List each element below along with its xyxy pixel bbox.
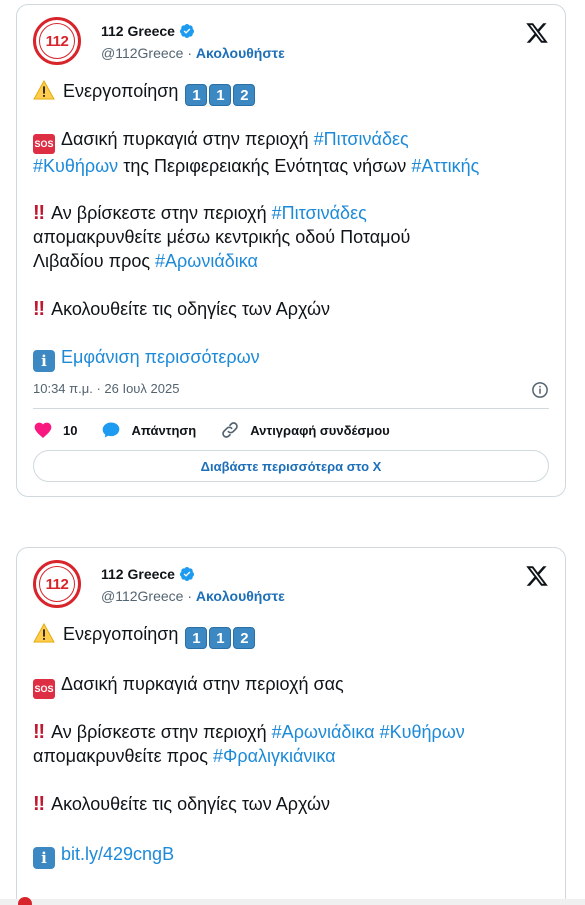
author-name-text[interactable]: 112 Greece xyxy=(101,566,175,582)
line-text: Αν βρίσκεστε στην περιοχή xyxy=(51,722,267,742)
handle-row: @112Greece · Ακολουθήστε xyxy=(101,588,285,604)
tweet-actions: 10 Απάντηση Αντιγραφή συνδέσμου xyxy=(33,418,549,442)
tweet-text: Ενεργοποίηση 112 xyxy=(33,622,553,649)
hashtag-link[interactable]: #Πιτσινάδες xyxy=(272,203,367,223)
keycap-2-icon: 2 xyxy=(233,84,256,106)
author-handle[interactable]: @112Greece xyxy=(101,588,183,604)
tweet-paragraph: i bit.ly/429cngB xyxy=(33,842,553,869)
tweet-paragraph: ‼ Ακολουθείτε τις οδηγίες των Αρχών xyxy=(33,297,553,321)
x-logo-icon[interactable] xyxy=(525,564,549,588)
hashtag-link[interactable]: #Αρωνιάδικα xyxy=(155,251,258,271)
tweet-text: Ενεργοποίηση 112 xyxy=(33,79,553,106)
hashtag-link[interactable]: #Αττικής xyxy=(411,156,479,176)
info-icon: i xyxy=(33,847,55,869)
tweet-embed-card: 112 112 Greece @112Greece · Ακολουθήστε … xyxy=(16,547,566,905)
line-text: Ενεργοποίηση xyxy=(63,81,179,101)
author-name-text[interactable]: 112 Greece xyxy=(101,23,175,39)
tweet-header: 112 112 Greece @112Greece · Ακολουθήστε xyxy=(33,560,549,610)
line-text: απομακρυνθείτε μέσω κεντρικής οδού Ποταμ… xyxy=(33,227,411,247)
line-text: Λιβαδίου προς xyxy=(33,251,150,271)
double-exclamation-icon: ‼ xyxy=(33,298,45,320)
avatar[interactable]: 112 xyxy=(33,17,81,65)
author-name[interactable]: 112 Greece xyxy=(101,23,195,39)
line-text: Αν βρίσκεστε στην περιοχή xyxy=(51,203,267,223)
hashtag-link[interactable]: #Κυθήρων xyxy=(33,156,118,176)
info-icon: i xyxy=(33,350,55,372)
line-text: Ακολουθείτε τις οδηγίες των Αρχών xyxy=(51,299,331,319)
tweet-paragraph: ‼ Αν βρίσκεστε στην περιοχή #Αρωνιάδικα #… xyxy=(33,720,553,768)
tweet-line: Ενεργοποίηση 112 xyxy=(33,79,553,106)
hashtag-link[interactable]: #Κυθήρων xyxy=(380,722,465,742)
sos-icon: SOS xyxy=(33,679,55,699)
copy-link-label: Αντιγραφή συνδέσμου xyxy=(250,422,390,438)
keycap-1-icon: 1 xyxy=(185,627,208,649)
read-more-button[interactable]: Διαβάστε περισσότερα στο X xyxy=(33,450,549,482)
warning-icon xyxy=(33,623,55,643)
tweet-paragraph: ‼ Ακολουθείτε τις οδηγίες των Αρχών xyxy=(33,792,553,816)
sos-icon: SOS xyxy=(33,134,55,154)
double-exclamation-icon: ‼ xyxy=(33,793,45,815)
reply-label: Απάντηση xyxy=(131,422,197,438)
double-exclamation-icon: ‼ xyxy=(33,721,45,743)
keycap-1-icon: 1 xyxy=(209,627,232,649)
hashtag-link[interactable]: #Φραλιγκιάνικα xyxy=(213,746,336,766)
follow-link[interactable]: Ακολουθήστε xyxy=(196,588,285,604)
line-text: Δασική πυρκαγιά στην περιοχή xyxy=(61,129,309,149)
divider xyxy=(33,408,549,409)
keycap-2-icon: 2 xyxy=(233,627,256,649)
line-text: Ενεργοποίηση xyxy=(63,624,179,644)
keycap-1-icon: 1 xyxy=(209,84,232,106)
tweet-meta: 10:34 π.μ. · 26 Ιουλ 2025 xyxy=(33,381,549,399)
x-logo-icon[interactable] xyxy=(525,21,549,45)
info-circle-icon[interactable] xyxy=(531,381,549,399)
warning-icon xyxy=(33,80,55,100)
verified-badge-icon xyxy=(179,567,194,581)
line-text: της Περιφερειακής Ενότητας νήσων xyxy=(123,156,407,176)
verified-badge-icon xyxy=(179,24,194,38)
keycap-1-icon: 1 xyxy=(185,84,208,106)
avatar[interactable]: 112 xyxy=(33,560,81,608)
tweet-paragraph: SOS Δασική πυρκαγιά στην περιοχή σας xyxy=(33,672,553,699)
tweet-paragraph: SOS Δασική πυρκαγιά στην περιοχή #Πιτσινά… xyxy=(33,127,553,178)
like-count: 10 xyxy=(63,422,78,438)
timestamp[interactable]: 10:34 π.μ. · 26 Ιουλ 2025 xyxy=(33,381,179,396)
hashtag-link[interactable]: #Πιτσινάδες xyxy=(314,129,409,149)
link-icon xyxy=(222,422,239,438)
bottom-strip xyxy=(0,897,585,905)
handle-row: @112Greece · Ακολουθήστε xyxy=(101,45,285,61)
reply-button[interactable]: Απάντηση xyxy=(101,420,196,440)
line-text: Δασική πυρκαγιά στην περιοχή σας xyxy=(61,674,344,694)
double-exclamation-icon: ‼ xyxy=(33,202,45,224)
avatar-edge-icon xyxy=(18,897,32,905)
avatar-text: 112 xyxy=(45,32,69,50)
tweet-embed-card: 112 112 Greece @112Greece · Ακολουθήστε … xyxy=(16,4,566,497)
tweet-paragraph: ‼ Αν βρίσκεστε στην περιοχή #Πιτσινάδες α… xyxy=(33,201,553,273)
author-handle[interactable]: @112Greece xyxy=(101,45,183,61)
author-name[interactable]: 112 Greece xyxy=(101,566,195,582)
heart-icon xyxy=(34,422,52,438)
follow-link[interactable]: Ακολουθήστε xyxy=(196,45,285,61)
tweet-paragraph: i Εμφάνιση περισσότερων xyxy=(33,345,553,372)
hashtag-link[interactable]: #Αρωνιάδικα xyxy=(272,722,375,742)
tweet-header: 112 112 Greece @112Greece · Ακολουθήστε xyxy=(33,17,549,67)
line-text: Ακολουθείτε τις οδηγίες των Αρχών xyxy=(51,794,331,814)
reply-bubble-icon xyxy=(103,422,120,438)
like-button[interactable]: 10 xyxy=(33,420,77,440)
avatar-text: 112 xyxy=(45,575,69,593)
copy-link-button[interactable]: Αντιγραφή συνδέσμου xyxy=(220,420,390,440)
line-text: απομακρυνθείτε προς xyxy=(33,746,208,766)
show-more-link[interactable]: Εμφάνιση περισσότερων xyxy=(61,347,260,367)
read-more-label: Διαβάστε περισσότερα στο X xyxy=(200,458,382,474)
short-link[interactable]: bit.ly/429cngB xyxy=(61,844,174,864)
